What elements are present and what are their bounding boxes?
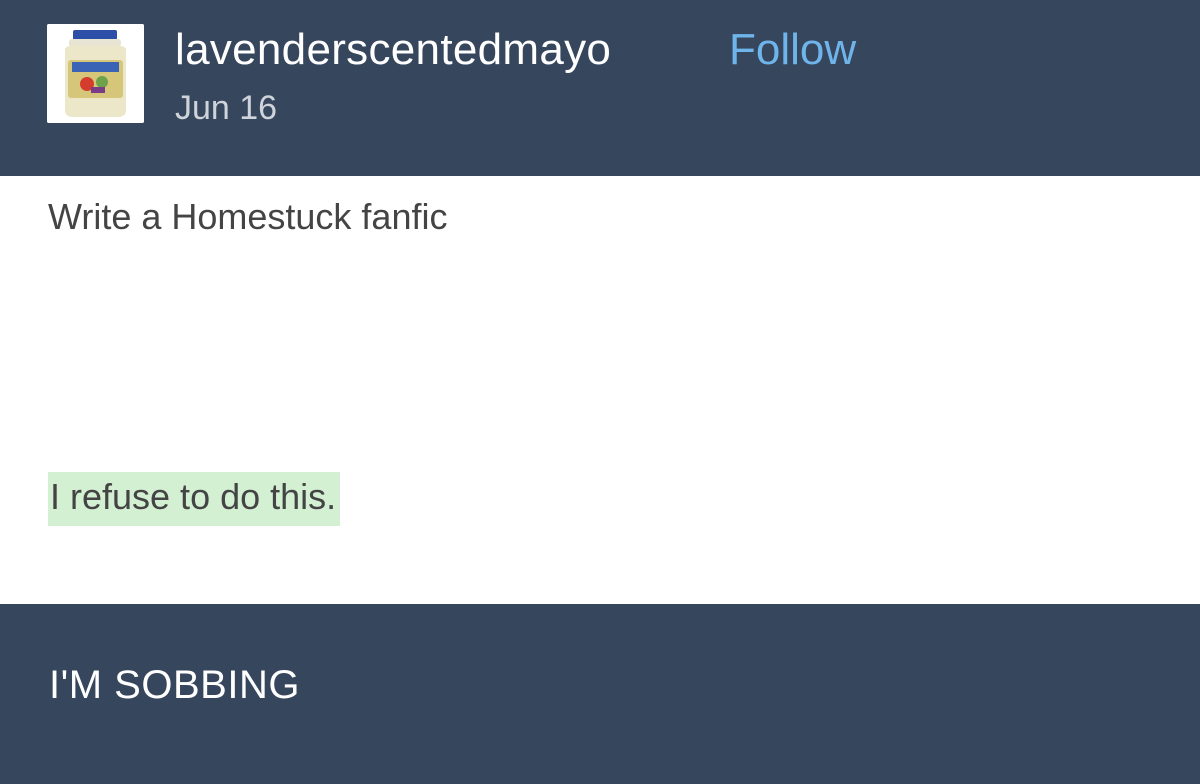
post-header: lavenderscentedmayo Follow Jun 16 (0, 0, 1200, 176)
reply-text: I'M SOBBING (49, 663, 300, 707)
highlighted-text-line: I refuse to do this. (48, 472, 341, 526)
username[interactable]: lavenderscentedmayo (175, 24, 611, 76)
post-text-line: Write a Homestuck fanfic (48, 196, 448, 237)
avatar[interactable] (47, 24, 144, 123)
post-body: Write a Homestuck fanfic I refuse to do … (0, 176, 1200, 604)
follow-button[interactable]: Follow (729, 24, 856, 76)
reply-bar: I'M SOBBING (0, 604, 1200, 784)
post-date[interactable]: Jun 16 (175, 86, 277, 130)
mayonnaise-jar-icon (47, 24, 144, 123)
